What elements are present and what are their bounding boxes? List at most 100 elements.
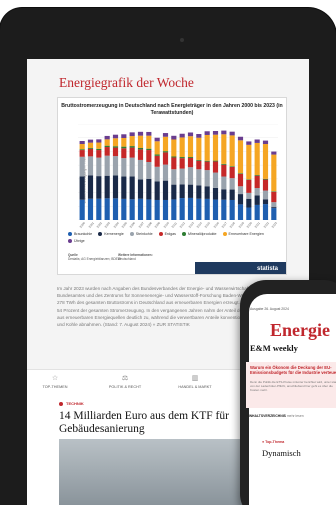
notes-text: Deutschland [118, 257, 136, 261]
bar-segment [271, 208, 277, 220]
bar-segment [154, 155, 160, 167]
bar-segment [179, 198, 185, 220]
nav-top-themen[interactable]: ☆ Top-Themen [27, 374, 83, 389]
bar-segment [204, 134, 210, 161]
x-tick-label: 2020 [245, 221, 253, 229]
bar-segment [162, 152, 169, 165]
bar-segment [104, 147, 110, 156]
bar-segment [221, 176, 227, 190]
bar-segment [154, 181, 160, 200]
infographic-card[interactable]: Bruttostromerzeugung in Deutschland nach… [57, 97, 287, 275]
bar-segment [187, 197, 194, 220]
x-tick-label: 2021 [253, 221, 262, 229]
bar-segment [271, 207, 277, 209]
bar-segment [221, 130, 227, 135]
chart-notes: Weitere Informationen: Deutschland [118, 253, 153, 261]
bar-segment [121, 146, 127, 149]
bar-segment [104, 198, 110, 220]
phone-device: Ausgabe 26. August 2024 Energie E&M week… [240, 280, 336, 505]
bar-segment [212, 161, 219, 173]
bar-segment [171, 169, 177, 185]
bar-segment [162, 199, 169, 220]
bar-segment [237, 204, 244, 220]
bar-segment [179, 133, 185, 138]
chart-icon: ▥ [191, 375, 199, 382]
bar-segment [154, 154, 160, 156]
nav-label: Top-Themen [42, 385, 68, 389]
toc-label: INHALTSVERZEICHNIS [248, 414, 286, 418]
legend-label: Kernenergie [104, 232, 124, 236]
bar-segment [162, 180, 169, 200]
bar-segment [96, 176, 102, 199]
nav-politik-recht[interactable]: ⚖ Politik & Recht [97, 374, 153, 389]
bar-segment [129, 136, 135, 147]
bar-segment [87, 142, 94, 148]
legend-item: Erneuerbare Energien [222, 232, 264, 237]
bar-segment [221, 134, 227, 164]
nav-handel-markt[interactable]: ▥ Handel & Markt [167, 374, 223, 389]
bar-segment [229, 166, 235, 167]
bar-segment [121, 148, 127, 159]
bar-segment [212, 160, 219, 162]
bar-segment [187, 167, 194, 185]
statista-logo[interactable]: statista [257, 266, 278, 272]
x-tick-label: 2005 [120, 221, 128, 229]
bar-segment [196, 134, 202, 138]
legend-item: Mineralölprodukte [181, 232, 217, 237]
scene: Energiegrafik der Woche Bruttostromerzeu… [0, 0, 336, 505]
bar-segment [221, 199, 227, 220]
bar-segment [154, 137, 160, 142]
bar-segment [262, 179, 269, 191]
legend-item: Steinkohle [129, 232, 153, 237]
section-heading: Energiegrafik der Woche [59, 75, 194, 90]
bar-segment [162, 136, 169, 152]
bar-segment [262, 199, 269, 205]
star-icon: ☆ [51, 375, 59, 382]
x-tick-label: 2013 [187, 221, 195, 229]
bar-segment [271, 191, 277, 203]
x-tick-label: 2010 [162, 221, 170, 229]
bar-segment [229, 189, 235, 200]
bar-segment [179, 137, 185, 158]
bar-segment [137, 148, 144, 150]
bar-segment [137, 135, 144, 148]
x-tick-label: 2003 [103, 221, 112, 229]
bar-segment [237, 173, 244, 174]
bar-segment [237, 173, 244, 187]
bar-segment [212, 172, 219, 188]
chart-source: Quelle Destatis; AG Energiebilanzen; BDE… [68, 253, 121, 261]
bar-segment [104, 155, 110, 176]
bar-segment [129, 199, 135, 220]
bar-segment [196, 137, 202, 160]
phone-teaser[interactable]: Warum ein Ökonom die Deckung der EU-Emis… [246, 362, 336, 408]
x-tick-label: 2004 [112, 221, 120, 229]
bar-segment [246, 198, 252, 208]
nav-label: Handel & Markt [178, 385, 212, 389]
phone-headline[interactable]: Dynamisch [262, 448, 301, 458]
bar-segment [171, 184, 177, 200]
x-tick-label: 2001 [87, 221, 95, 229]
x-tick-label: 2011 [170, 221, 178, 229]
bar-segment [237, 186, 244, 195]
x-tick-label: 2006 [128, 221, 137, 229]
bar-segment [121, 158, 127, 177]
bar-segment [96, 150, 102, 158]
bar-segment [162, 151, 169, 153]
bar-segment [87, 175, 94, 199]
bar-segment [146, 161, 152, 179]
bar-segment [187, 136, 194, 158]
legend-label: Erdgas [164, 232, 176, 236]
bar-segment [271, 191, 277, 192]
teaser-headline[interactable]: Warum ein Ökonom die Deckung der EU-Emis… [250, 365, 336, 376]
bar-segment [137, 149, 144, 160]
bar-segment [254, 188, 260, 196]
bar-segment [229, 131, 235, 136]
toc-link[interactable]: ▸ INHALTSVERZEICHNIS mehr lesen [246, 414, 304, 418]
bar-segment [79, 144, 85, 150]
bar-segment [104, 139, 110, 146]
bar-segment [237, 194, 244, 205]
weekly-title: E&M weekly [250, 343, 298, 353]
bar-segment [129, 157, 135, 177]
bar-segment [254, 175, 260, 176]
bar-segment [137, 179, 144, 199]
